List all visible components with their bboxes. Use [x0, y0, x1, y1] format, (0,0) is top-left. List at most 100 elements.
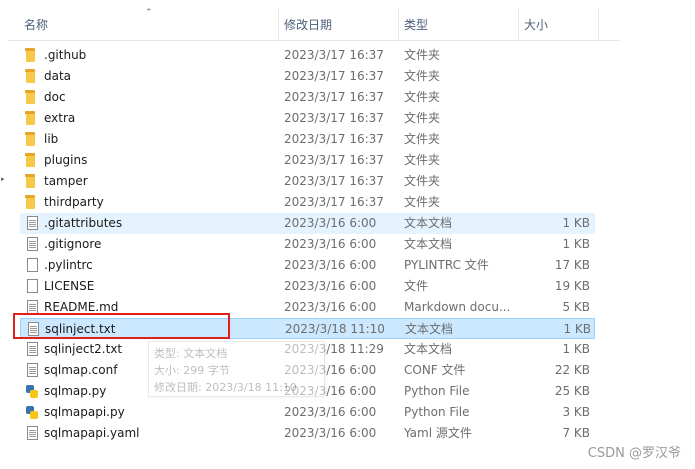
- file-date: 2023/3/17 16:37: [284, 111, 384, 125]
- file-row[interactable]: thirdparty 2023/3/17 16:37 文件夹: [20, 192, 595, 213]
- file-type: Yaml 源文件: [404, 426, 472, 440]
- blank-file-icon: [27, 279, 38, 293]
- file-name: plugins: [44, 153, 88, 167]
- file-name: data: [44, 69, 72, 83]
- folder-icon: [25, 90, 35, 104]
- file-size: [520, 108, 590, 129]
- file-size: [520, 192, 590, 213]
- file-size: 1 KB: [562, 216, 590, 230]
- highlight-box: [13, 313, 230, 339]
- file-name: lib: [44, 132, 59, 146]
- blank-file-icon: [27, 258, 38, 272]
- file-date: 2023/3/17 16:37: [284, 153, 384, 167]
- file-size: 5 KB: [562, 300, 590, 314]
- file-type: 文件: [404, 279, 429, 293]
- folder-icon: [25, 111, 35, 125]
- file-type: 文本文档: [405, 322, 454, 336]
- file-date: 2023/3/16 6:00: [284, 258, 377, 272]
- column-divider[interactable]: [598, 8, 599, 40]
- column-date[interactable]: 修改日期: [284, 8, 332, 40]
- file-row[interactable]: plugins 2023/3/17 16:37 文件夹: [20, 150, 595, 171]
- file-name: tamper: [44, 174, 88, 188]
- file-size: 25 KB: [554, 384, 590, 398]
- file-row[interactable]: LICENSE 2023/3/16 6:00 文件 19 KB: [20, 276, 595, 297]
- file-row[interactable]: .github 2023/3/17 16:37 文件夹: [20, 45, 595, 66]
- file-size: 17 KB: [554, 258, 590, 272]
- file-row[interactable]: sqlmapapi.py 2023/3/16 6:00 Python File 3 K…: [20, 402, 595, 423]
- file-type: Markdown docu...: [404, 300, 511, 314]
- file-date: 2023/3/16 6:00: [284, 279, 377, 293]
- file-row[interactable]: extra 2023/3/17 16:37 文件夹: [20, 108, 595, 129]
- column-divider[interactable]: [518, 8, 519, 40]
- file-type: 文本文档: [404, 342, 453, 356]
- file-type: 文件夹: [404, 69, 441, 83]
- file-size: [520, 171, 590, 192]
- file-tooltip: 类型: 文本文档 大小: 299 字节 修改日期: 2023/3/18 11:1…: [148, 341, 325, 397]
- folder-icon: [25, 195, 35, 209]
- tooltip-type: 类型: 文本文档: [154, 347, 228, 360]
- file-date: 2023/3/17 16:37: [284, 48, 384, 62]
- file-date: 2023/3/16 6:00: [284, 405, 377, 419]
- file-row[interactable]: sqlmapapi.yaml 2023/3/16 6:00 Yaml 源文件 7 KB: [20, 423, 595, 444]
- file-size: 22 KB: [554, 363, 590, 377]
- file-date: 2023/3/16 6:00: [284, 300, 377, 314]
- file-type: Python File: [404, 405, 470, 419]
- nav-pane-edge[interactable]: ▸: [0, 0, 8, 469]
- file-name: sqlmapapi.yaml: [44, 426, 140, 440]
- file-name: .gitattributes: [44, 216, 123, 230]
- file-explorer: ▸ ⌃ 名称 修改日期 类型 大小 .github 2023/3/17 16:37…: [0, 0, 695, 469]
- file-type: 文件夹: [404, 153, 441, 167]
- column-divider[interactable]: [398, 8, 399, 40]
- file-name: extra: [44, 111, 76, 125]
- file-row[interactable]: data 2023/3/17 16:37 文件夹: [20, 66, 595, 87]
- file-date: 2023/3/17 16:37: [284, 90, 384, 104]
- file-type: 文件夹: [404, 132, 441, 146]
- file-name: doc: [44, 90, 66, 104]
- file-size: [520, 129, 590, 150]
- file-size: 7 KB: [562, 426, 590, 440]
- folder-icon: [25, 69, 35, 83]
- text-file-icon: [27, 426, 38, 440]
- file-name: .pylintrc: [44, 258, 93, 272]
- file-type: 文本文档: [404, 216, 453, 230]
- file-size: 1 KB: [563, 322, 591, 336]
- file-type: 文件夹: [404, 48, 441, 62]
- file-date: 2023/3/17 16:37: [284, 69, 384, 83]
- file-size: 1 KB: [562, 342, 590, 356]
- file-row[interactable]: .gitattributes 2023/3/16 6:00 文本文档 1 KB: [20, 213, 595, 234]
- file-date: 2023/3/18 11:10: [285, 322, 385, 336]
- file-type: Python File: [404, 384, 470, 398]
- python-file-icon: [26, 406, 38, 419]
- tooltip-date: 修改日期: 2023/3/18 11:10: [154, 381, 297, 394]
- file-row[interactable]: doc 2023/3/17 16:37 文件夹: [20, 87, 595, 108]
- file-name: .github: [44, 48, 87, 62]
- file-size: [520, 45, 590, 66]
- file-size: 1 KB: [562, 237, 590, 251]
- file-date: 2023/3/16 6:00: [284, 426, 377, 440]
- file-type: CONF 文件: [404, 363, 466, 377]
- folder-icon: [25, 132, 35, 146]
- watermark: CSDN @罗汉爷: [587, 446, 681, 461]
- file-row[interactable]: tamper 2023/3/17 16:37 文件夹: [20, 171, 595, 192]
- file-row[interactable]: .pylintrc 2023/3/16 6:00 PYLINTRC 文件 17 KB: [20, 255, 595, 276]
- text-file-icon: [27, 342, 38, 356]
- column-size[interactable]: 大小: [524, 8, 548, 40]
- column-name[interactable]: 名称: [24, 8, 48, 40]
- python-file-icon: [26, 385, 38, 398]
- text-file-icon: [27, 300, 38, 314]
- file-type: PYLINTRC 文件: [404, 258, 489, 272]
- column-type[interactable]: 类型: [404, 8, 428, 40]
- file-row[interactable]: lib 2023/3/17 16:37 文件夹: [20, 129, 595, 150]
- text-file-icon: [27, 363, 38, 377]
- sort-ascending-icon: ⌃: [145, 8, 153, 18]
- column-divider[interactable]: [278, 8, 279, 40]
- file-name: thirdparty: [44, 195, 104, 209]
- file-type: 文件夹: [404, 174, 441, 188]
- file-date: 2023/3/16 6:00: [284, 216, 377, 230]
- file-row[interactable]: .gitignore 2023/3/16 6:00 文本文档 1 KB: [20, 234, 595, 255]
- tooltip-size: 大小: 299 字节: [154, 364, 230, 377]
- file-type: 文本文档: [404, 237, 453, 251]
- expand-arrow-icon[interactable]: ▸: [1, 175, 5, 183]
- file-size: 3 KB: [562, 405, 590, 419]
- file-date: 2023/3/16 6:00: [284, 237, 377, 251]
